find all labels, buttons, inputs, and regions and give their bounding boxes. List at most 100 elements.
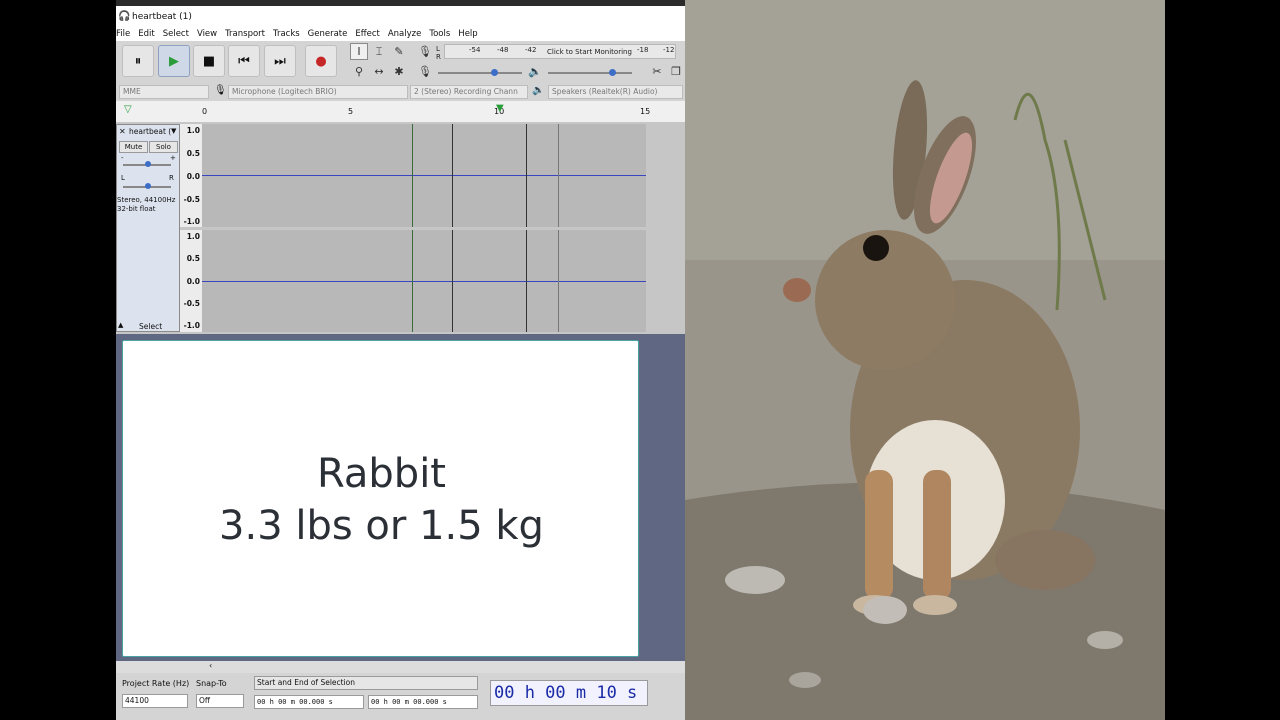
mic-volume-slider[interactable] xyxy=(438,69,522,76)
selection-end-time[interactable]: 00 h 00 m 00.000 s xyxy=(368,695,478,709)
amplitude-scale-right: 1.0 0.5 0.0 -0.5 -1.0 xyxy=(180,230,203,332)
play-button[interactable]: ▶ xyxy=(158,45,190,77)
pan-right-label: R xyxy=(169,174,174,182)
waveform-left-channel[interactable] xyxy=(202,124,646,227)
meter-l: L xyxy=(436,45,440,53)
snap-to-label: Snap-To xyxy=(196,679,227,688)
pan-slider-thumb[interactable] xyxy=(145,183,151,189)
transport-toolbar: ⏸ ▶ ■ ⏮ ⏭ ● I ⌶ ✎ ⚲ ↔ ✱ 🎙 L R -54 -48 -4… xyxy=(116,41,685,83)
menu-edit[interactable]: Edit xyxy=(138,28,154,41)
selection-tool[interactable]: I xyxy=(350,43,368,60)
copy-button[interactable]: ❐ xyxy=(667,63,685,80)
animal-name: Rabbit xyxy=(316,451,446,497)
record-icon: ● xyxy=(315,53,327,69)
snap-to-select[interactable]: Off xyxy=(196,694,244,708)
meter-tick-18: -18 xyxy=(637,46,649,54)
ruler-tick-15: 15 xyxy=(640,107,651,116)
recording-device-select[interactable]: Microphone (Logitech BRIO) xyxy=(228,85,408,99)
menu-bar: File Edit Select View Transport Tracks G… xyxy=(116,28,685,41)
audio-position-display[interactable]: 00 h 00 m 10 s xyxy=(490,680,648,706)
playback-position-icon: ▼ xyxy=(496,103,504,114)
monitor-text[interactable]: Click to Start Monitoring xyxy=(547,48,632,56)
playback-cursor-left xyxy=(412,124,413,227)
recording-channels-select[interactable]: 2 (Stereo) Recording Chann xyxy=(410,85,528,99)
scale-r-0-0: 0.0 xyxy=(186,277,200,286)
play-icon: ▶ xyxy=(169,53,179,69)
selection-mode-select[interactable]: Start and End of Selection xyxy=(254,676,478,690)
meter-tick-54: -54 xyxy=(469,46,481,54)
scroll-left-icon[interactable]: ‹ xyxy=(209,661,212,670)
menu-select[interactable]: Select xyxy=(163,28,189,41)
track-info-bitdepth: 32-bit float xyxy=(117,205,156,213)
speaker-device-icon: 🔈 xyxy=(532,85,545,96)
title-bar: 🎧 heartbeat (1) xyxy=(116,6,685,28)
scale-0-0: 0.0 xyxy=(186,172,200,181)
cut-button[interactable]: ✂ xyxy=(648,63,666,80)
clip-boundary-left-1 xyxy=(452,124,453,227)
audio-host-select[interactable]: MME xyxy=(119,85,209,99)
scale-neg-1-0: -1.0 xyxy=(183,217,200,226)
menu-tools[interactable]: Tools xyxy=(429,28,450,41)
track-area: ✕ heartbeat (1) ▼ Mute Solo - + L R Ster… xyxy=(116,122,685,334)
info-card: Rabbit 3.3 lbs or 1.5 kg xyxy=(122,340,639,657)
skip-end-icon: ⏭ xyxy=(274,53,286,69)
skip-to-start-button[interactable]: ⏮ xyxy=(228,45,260,77)
timeline-ruler[interactable]: ▽ 0 5 10 ▼ 15 xyxy=(116,101,685,123)
clip-boundary-right-2 xyxy=(526,230,527,332)
multi-tool[interactable]: ✱ xyxy=(390,63,408,80)
menu-file[interactable]: File xyxy=(116,28,130,41)
horizontal-scrollbar[interactable]: ‹ xyxy=(116,661,685,673)
overlay-backdrop: Rabbit 3.3 lbs or 1.5 kg xyxy=(116,334,685,661)
envelope-icon: ⌶ xyxy=(375,44,383,58)
mute-button[interactable]: Mute xyxy=(119,141,148,153)
selection-toolbar: Project Rate (Hz) 44100 Snap-To Off Star… xyxy=(116,673,685,720)
waveform-right-channel[interactable] xyxy=(202,230,646,332)
scale-0-5: 0.5 xyxy=(186,149,200,158)
menu-generate[interactable]: Generate xyxy=(308,28,348,41)
zoom-tool[interactable]: ⚲ xyxy=(350,63,368,80)
playback-device-select[interactable]: Speakers (Realtek(R) Audio) xyxy=(548,85,683,99)
menu-analyze[interactable]: Analyze xyxy=(388,28,422,41)
project-rate-select[interactable]: 44100 xyxy=(122,694,188,708)
menu-tracks[interactable]: Tracks xyxy=(273,28,300,41)
pause-icon: ⏸ xyxy=(134,53,142,69)
speaker-icon: 🔈 xyxy=(528,65,542,78)
skip-to-end-button[interactable]: ⏭ xyxy=(264,45,296,77)
select-track-button[interactable]: Select xyxy=(139,322,162,331)
magnifier-icon: ⚲ xyxy=(354,65,364,78)
track-name-menu[interactable]: heartbeat (1) xyxy=(129,127,171,136)
track-info-format: Stereo, 44100Hz xyxy=(117,196,176,204)
stop-button[interactable]: ■ xyxy=(193,45,225,77)
ruler-tick-5: 5 xyxy=(348,107,354,116)
audacity-window: 🎧 heartbeat (1) File Edit Select View Tr… xyxy=(116,0,685,720)
meter-tick-42: -42 xyxy=(525,46,537,54)
selection-start-time[interactable]: 00 h 00 m 00.000 s xyxy=(254,695,364,709)
envelope-tool[interactable]: ⌶ xyxy=(370,43,388,60)
device-toolbar: MME 🎙 Microphone (Logitech BRIO) 2 (Ster… xyxy=(116,83,685,101)
window-title: heartbeat (1) xyxy=(132,12,192,22)
menu-view[interactable]: View xyxy=(197,28,217,41)
pause-button[interactable]: ⏸ xyxy=(122,45,154,77)
draw-tool[interactable]: ✎ xyxy=(390,43,408,60)
menu-effect[interactable]: Effect xyxy=(355,28,379,41)
gain-slider[interactable] xyxy=(123,161,171,167)
solo-button[interactable]: Solo xyxy=(149,141,178,153)
close-track-icon[interactable]: ✕ xyxy=(119,127,126,136)
rabbit-photo xyxy=(685,0,1165,720)
pencil-icon: ✎ xyxy=(394,45,404,58)
gain-slider-thumb[interactable] xyxy=(145,161,151,167)
animal-weight: 3.3 lbs or 1.5 kg xyxy=(219,503,544,549)
track-menu-chevron-icon[interactable]: ▼ xyxy=(171,127,176,135)
recording-meter[interactable]: -54 -48 -42 Click to Start Monitoring -1… xyxy=(444,44,676,59)
playback-volume-thumb[interactable] xyxy=(609,69,616,76)
ruler-tick-0: 0 xyxy=(202,107,208,116)
pan-slider[interactable] xyxy=(123,183,171,189)
time-shift-tool[interactable]: ↔ xyxy=(370,63,388,80)
headphones-icon: 🎧 xyxy=(118,11,131,22)
playback-volume-slider[interactable] xyxy=(548,69,632,76)
menu-help[interactable]: Help xyxy=(458,28,477,41)
record-button[interactable]: ● xyxy=(305,45,337,77)
menu-transport[interactable]: Transport xyxy=(225,28,265,41)
collapse-track-icon[interactable]: ▲ xyxy=(118,321,123,329)
mic-volume-thumb[interactable] xyxy=(491,69,498,76)
